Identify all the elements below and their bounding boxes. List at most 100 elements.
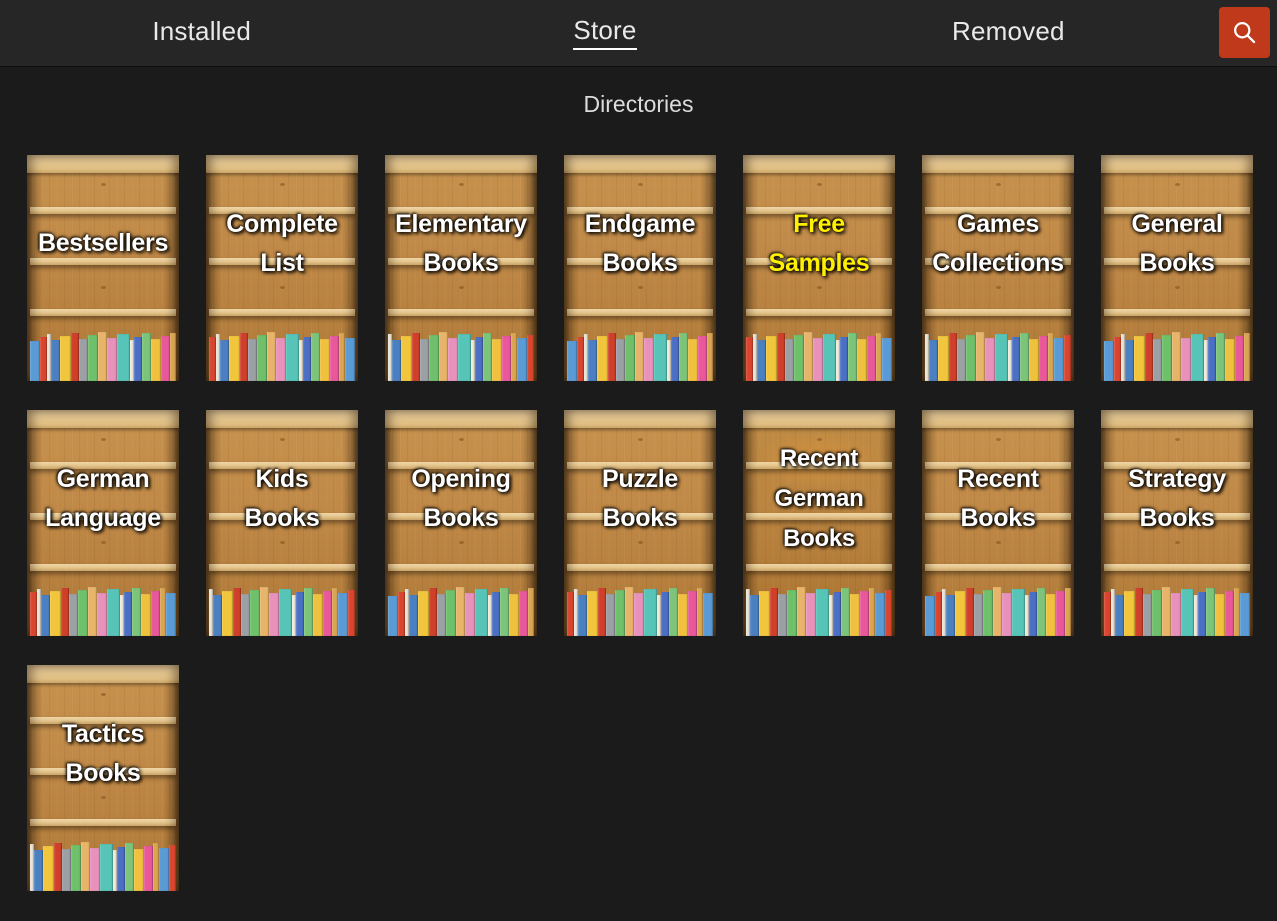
shelf-board: [30, 564, 176, 571]
wood-knot: [817, 286, 822, 289]
book-spine: [517, 338, 527, 381]
book-spine: [597, 336, 608, 381]
directory-card[interactable]: Recent Books: [922, 410, 1074, 636]
book-spine: [1114, 337, 1121, 381]
directory-card[interactable]: Recent German Books: [743, 410, 895, 636]
book-spine: [71, 845, 81, 891]
book-spine: [823, 334, 836, 381]
book-spine: [40, 337, 47, 381]
book-spine: [439, 332, 448, 381]
directory-card[interactable]: Puzzle Books: [564, 410, 716, 636]
search-button[interactable]: [1219, 7, 1270, 58]
book-spine: [1240, 593, 1250, 636]
book-spine: [50, 591, 61, 636]
shelf-top-trim: [1101, 155, 1253, 173]
book-spine: [98, 332, 107, 381]
directory-card[interactable]: Free Samples: [743, 155, 895, 381]
shelf-top-trim: [922, 410, 1074, 428]
book-spine: [840, 336, 848, 381]
book-spine: [248, 338, 257, 381]
book-spine: [144, 845, 153, 891]
book-spine: [222, 591, 233, 636]
shelf-board: [746, 513, 892, 520]
directory-label: Free Samples: [768, 209, 870, 278]
book-spine: [955, 591, 966, 636]
book-spine: [850, 594, 860, 636]
shelf-board: [388, 513, 534, 520]
directory-label: Tactics Books: [61, 719, 145, 788]
directory-label: Recent German Books: [774, 444, 864, 553]
tab-installed-label: Installed: [152, 15, 251, 46]
book-spine: [79, 338, 88, 381]
book-spine: [1037, 588, 1046, 636]
directory-card[interactable]: Opening Books: [385, 410, 537, 636]
book-spine: [420, 338, 429, 381]
directory-card[interactable]: Bestsellers: [27, 155, 179, 381]
book-spine: [949, 332, 957, 381]
book-spine: [311, 333, 320, 381]
directory-card[interactable]: German Language: [27, 410, 179, 636]
book-spine: [446, 590, 456, 636]
wood-knot: [1175, 541, 1180, 544]
book-spine: [1104, 592, 1111, 636]
book-spine: [51, 339, 60, 381]
directory-card[interactable]: Strategy Books: [1101, 410, 1253, 636]
directory-card[interactable]: General Books: [1101, 155, 1253, 381]
book-spine: [97, 592, 107, 636]
directory-label: Endgame Books: [584, 209, 696, 278]
book-spine: [860, 590, 869, 636]
book-spine: [519, 590, 528, 636]
tab-installed[interactable]: Installed: [0, 18, 403, 49]
book-spine: [54, 842, 62, 891]
book-spine: [304, 588, 313, 636]
wood-knot: [101, 796, 106, 799]
directory-card[interactable]: Complete List: [206, 155, 358, 381]
book-spine: [976, 332, 985, 381]
tab-store[interactable]: Store: [403, 17, 806, 50]
wood-knot: [459, 183, 464, 186]
book-spine: [213, 594, 222, 636]
book-spine: [816, 589, 829, 636]
book-spine: [527, 334, 534, 381]
book-spine: [1145, 332, 1153, 381]
shelf-board: [746, 309, 892, 316]
book-spine: [279, 589, 292, 636]
book-spine: [141, 594, 151, 636]
directory-card[interactable]: Endgame Books: [564, 155, 716, 381]
shelf-board: [567, 207, 713, 214]
book-spine: [34, 849, 43, 891]
shelf-board: [209, 462, 355, 469]
book-spine: [169, 844, 176, 891]
shelf-board: [209, 564, 355, 571]
book-spine: [1029, 339, 1039, 381]
book-spine: [409, 594, 418, 636]
book-spine: [974, 593, 983, 636]
shelf-board: [209, 258, 355, 265]
directory-label: Bestsellers: [37, 229, 169, 258]
book-spine: [448, 337, 458, 381]
shelf-board: [1104, 309, 1250, 316]
book-spine: [100, 844, 113, 891]
book-spine: [698, 335, 707, 381]
book-spine: [625, 335, 635, 381]
directory-card[interactable]: Elementary Books: [385, 155, 537, 381]
shelf-board: [30, 768, 176, 775]
shelf-board: [925, 309, 1071, 316]
wood-knot: [101, 286, 106, 289]
shelf-top-trim: [922, 155, 1074, 173]
book-spine: [770, 587, 778, 636]
book-spine: [644, 337, 654, 381]
directory-card[interactable]: Games Collections: [922, 155, 1074, 381]
directory-card[interactable]: Kids Books: [206, 410, 358, 636]
directory-label: Puzzle Books: [602, 464, 678, 533]
tab-removed[interactable]: Removed: [807, 18, 1210, 49]
book-spine: [475, 589, 488, 636]
wood-knot: [101, 541, 106, 544]
book-spine: [209, 337, 216, 381]
book-row: [925, 332, 1071, 381]
book-spine: [276, 337, 286, 381]
shelf-top-trim: [27, 155, 179, 173]
page-title: Directories: [583, 91, 694, 117]
directory-card[interactable]: Tactics Books: [27, 665, 179, 891]
book-spine: [241, 593, 250, 636]
